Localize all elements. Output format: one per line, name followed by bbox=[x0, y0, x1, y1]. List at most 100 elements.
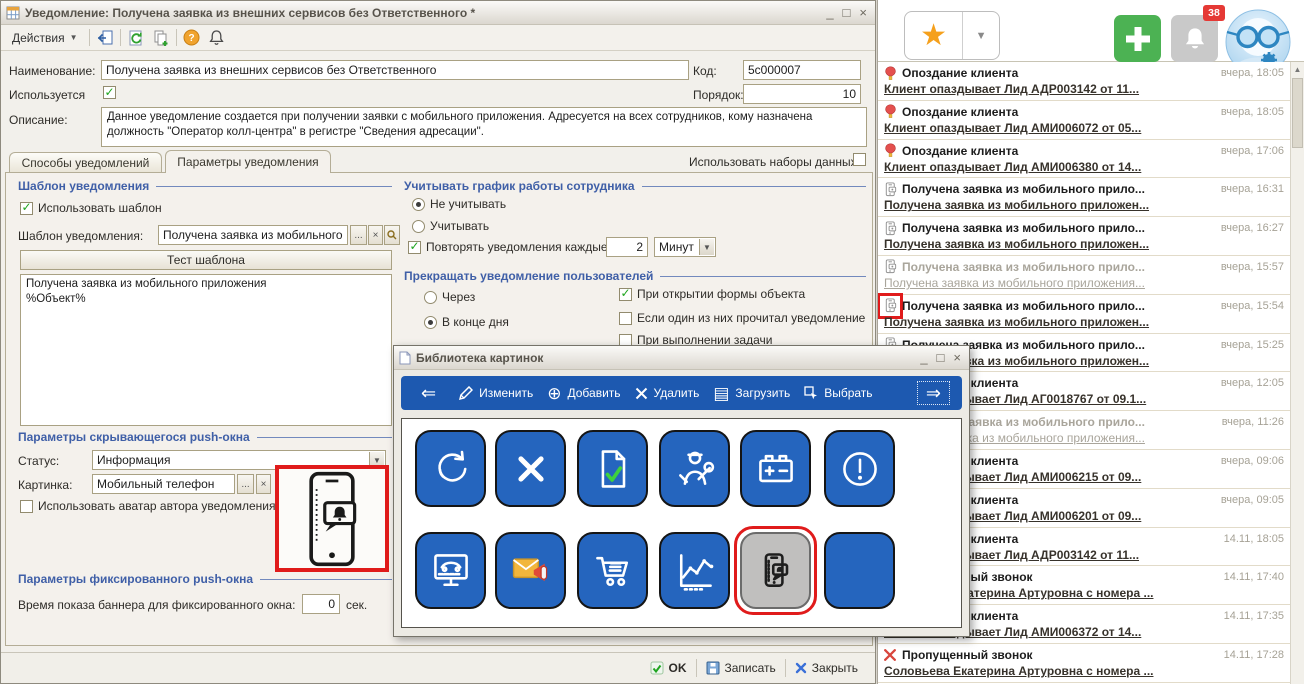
notifications-button[interactable] bbox=[1171, 15, 1218, 62]
chevron-down-icon[interactable]: ▼ bbox=[699, 239, 714, 255]
notification-item[interactable]: Получена заявка из мобильного прило... в… bbox=[878, 178, 1290, 217]
tile-line-chart-icon[interactable] bbox=[659, 532, 730, 609]
notification-item[interactable]: Опоздание клиента вчера, 17:06 Клиент оп… bbox=[878, 140, 1290, 179]
select-button[interactable]: Выбрать bbox=[804, 386, 872, 400]
tile-warning-icon[interactable] bbox=[824, 430, 895, 507]
main-toolbar: Действия▼ ? bbox=[1, 25, 875, 51]
tile-empty[interactable] bbox=[824, 532, 895, 609]
save-button[interactable]: Записать bbox=[697, 658, 785, 678]
document-icon bbox=[399, 351, 411, 365]
scroll-up-icon[interactable]: ▲ bbox=[1291, 62, 1304, 77]
notification-item[interactable]: Получена заявка из мобильного прило... в… bbox=[878, 217, 1290, 256]
minimize-icon[interactable]: _ bbox=[920, 351, 927, 364]
test-template-button[interactable]: Тест шаблона bbox=[20, 250, 392, 270]
one-read-checkbox[interactable] bbox=[619, 312, 632, 325]
bell-icon[interactable] bbox=[207, 28, 227, 48]
template-clear-button[interactable]: × bbox=[368, 225, 383, 245]
notification-item[interactable]: Получена заявка из мобильного прило... в… bbox=[878, 256, 1290, 295]
maximize-icon[interactable]: □ bbox=[937, 351, 945, 364]
favorites-split-button[interactable]: ★ ▼ bbox=[904, 11, 1000, 60]
close-button[interactable]: Закрыть bbox=[786, 658, 867, 678]
radio-ignore-schedule[interactable] bbox=[412, 198, 425, 211]
code-input[interactable]: 5c000007 bbox=[743, 60, 861, 80]
minimize-icon[interactable]: _ bbox=[826, 6, 833, 19]
back-arrow-icon[interactable]: ⇐ bbox=[413, 382, 444, 404]
tab-notification-methods[interactable]: Способы уведомлений bbox=[9, 152, 162, 173]
open-form-checkbox[interactable] bbox=[619, 288, 632, 301]
picture-clear-button[interactable]: × bbox=[256, 474, 271, 494]
banner-time-input[interactable]: 0 bbox=[302, 594, 340, 614]
description-input[interactable]: Данное уведомление создается при получен… bbox=[101, 107, 867, 147]
tile-mechanic-icon[interactable] bbox=[659, 430, 730, 507]
notification-item[interactable]: Опоздание клиента вчера, 18:05 Клиент оп… bbox=[878, 101, 1290, 140]
avatar-checkbox[interactable] bbox=[20, 500, 33, 513]
add-button[interactable] bbox=[1114, 15, 1161, 62]
tile-phone-push-icon[interactable] bbox=[740, 532, 811, 609]
picture-input[interactable]: Мобильный телефон bbox=[92, 474, 235, 494]
balloon-icon bbox=[882, 104, 898, 120]
tile-sync-icon[interactable] bbox=[415, 430, 486, 507]
template-search-button[interactable] bbox=[384, 225, 400, 245]
forward-arrow-icon[interactable]: ⇒ bbox=[917, 381, 950, 405]
notification-time: вчера, 12:05 bbox=[1221, 377, 1288, 389]
edit-button[interactable]: Изменить bbox=[458, 386, 533, 401]
name-input[interactable]: Получена заявка из внешних сервисов без … bbox=[101, 60, 689, 80]
repeat-unit-select[interactable]: Минут▼ bbox=[654, 237, 716, 257]
maximize-icon[interactable]: □ bbox=[843, 6, 851, 19]
help-icon[interactable]: ? bbox=[182, 28, 202, 48]
use-template-checkbox[interactable] bbox=[20, 202, 33, 215]
notification-link[interactable]: Получена заявка из мобильного приложен..… bbox=[884, 315, 1290, 329]
notification-link[interactable]: Клиент опаздывает Лид АМИ006380 от 14... bbox=[884, 160, 1290, 174]
delete-button[interactable]: Удалить bbox=[635, 386, 700, 400]
picture-label: Картинка: bbox=[18, 478, 72, 492]
radio-stop-eod[interactable] bbox=[424, 316, 437, 329]
scrollbar-thumb[interactable] bbox=[1292, 78, 1303, 148]
tile-battery-icon[interactable] bbox=[740, 430, 811, 507]
tile-cancel-icon[interactable] bbox=[495, 430, 566, 507]
notification-time: вчера, 15:57 bbox=[1221, 261, 1288, 273]
notification-link[interactable]: Клиент опаздывает Лид АДР003142 от 11... bbox=[884, 82, 1290, 96]
close-icon[interactable]: × bbox=[953, 351, 961, 364]
refresh-icon[interactable] bbox=[126, 28, 146, 48]
notification-item[interactable]: Получена заявка из мобильного прило... в… bbox=[878, 295, 1290, 334]
missed-call-icon bbox=[882, 647, 898, 663]
chevron-down-icon[interactable]: ▼ bbox=[963, 12, 999, 59]
tile-monitor-car-icon[interactable] bbox=[415, 532, 486, 609]
tile-document-check-icon[interactable] bbox=[577, 430, 648, 507]
notification-link[interactable]: Получена заявка из мобильного приложения… bbox=[884, 276, 1290, 290]
list-scrollbar[interactable]: ▲ bbox=[1290, 62, 1304, 684]
radio-stop-after[interactable] bbox=[424, 291, 437, 304]
tile-mail-campaign-icon[interactable] bbox=[495, 532, 566, 609]
repeat-checkbox[interactable] bbox=[408, 241, 421, 254]
order-input[interactable]: 10 bbox=[743, 84, 861, 104]
tile-cart-icon[interactable] bbox=[577, 532, 648, 609]
used-checkbox[interactable] bbox=[103, 86, 116, 99]
load-button[interactable]: ▤Загрузить bbox=[713, 385, 790, 402]
notification-link[interactable]: Получена заявка из мобильного приложен..… bbox=[884, 198, 1290, 212]
picture-pick-button[interactable]: ... bbox=[237, 474, 254, 494]
notification-link[interactable]: Получена заявка из мобильного приложен..… bbox=[884, 237, 1290, 251]
template-text-area[interactable]: Получена заявка из мобильного приложения… bbox=[20, 274, 392, 426]
avatar-label: Использовать аватар автора уведомления bbox=[38, 499, 276, 513]
star-icon[interactable]: ★ bbox=[905, 12, 962, 59]
notification-item[interactable]: Опоздание клиента вчера, 18:05 Клиент оп… bbox=[878, 62, 1290, 101]
notification-item[interactable]: Пропущенный звонок 14.11, 17:28 Соловьев… bbox=[878, 644, 1290, 683]
reread-icon[interactable] bbox=[95, 28, 115, 48]
ok-button[interactable]: OK bbox=[641, 658, 696, 678]
radio-use-schedule[interactable] bbox=[412, 220, 425, 233]
notification-link[interactable]: Клиент опаздывает Лид АМИ006072 от 05... bbox=[884, 121, 1290, 135]
close-icon[interactable]: × bbox=[859, 6, 867, 19]
window-titlebar[interactable]: Уведомление: Получена заявка из внешних … bbox=[1, 1, 875, 25]
section-template: Шаблон уведомления bbox=[18, 179, 392, 193]
notification-title: Опоздание клиента bbox=[902, 66, 1215, 80]
notification-link[interactable]: Соловьева Екатерина Артуровна с номера .… bbox=[884, 664, 1290, 678]
add-button[interactable]: ⊕Добавить bbox=[547, 385, 620, 402]
template-pick-button[interactable]: ... bbox=[350, 225, 367, 245]
repeat-interval-input[interactable]: 2 bbox=[606, 237, 648, 257]
dialog-titlebar[interactable]: Библиотека картинок _ □ × bbox=[394, 346, 969, 370]
copy-icon[interactable] bbox=[151, 28, 171, 48]
datasets-checkbox[interactable] bbox=[853, 153, 866, 166]
tab-notification-params[interactable]: Параметры уведомления bbox=[165, 150, 331, 173]
template-input[interactable]: Получена заявка из мобильного bbox=[158, 225, 348, 245]
actions-menu-button[interactable]: Действия▼ bbox=[6, 29, 84, 47]
